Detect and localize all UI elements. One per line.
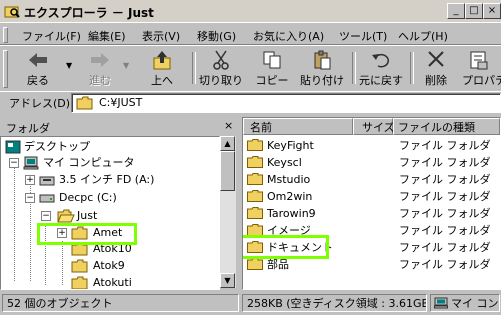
address-bar: アドレス(D) C:¥JUST — [0, 91, 501, 114]
status-bar: 52 個のオブジェクト 258KB (空きディスク領域 : 3.61GB) マイ… — [0, 292, 501, 315]
file-list: 名前 サイズ ファイルの種類 KeyFight ファイル フォルダ Keyscl… — [242, 117, 501, 290]
folder-icon — [247, 190, 263, 202]
paste-button[interactable]: 貼り付け — [298, 48, 346, 88]
menu-view[interactable]: 表示(V) — [142, 28, 180, 44]
desktop-icon — [5, 140, 21, 154]
title-bar: エクスプローラ － Just _ □ × — [0, 0, 501, 23]
list-item[interactable]: Keyscl ファイル フォルダ — [243, 154, 500, 171]
folder-icon — [247, 156, 263, 168]
toolbar: 戻る ▼ 進む ▼ 上へ 切り取り コピー 貼り付け 元に戻す 削除 プロパテ — [0, 45, 501, 92]
list-item[interactable]: Om2win ファイル フォルダ — [243, 188, 500, 205]
minimize-button[interactable]: _ — [447, 3, 465, 19]
forward-dropdown-icon[interactable]: ▼ — [123, 61, 129, 70]
toolbar-separator — [410, 52, 414, 84]
computer-icon — [23, 156, 39, 170]
address-value[interactable]: C:¥JUST — [99, 96, 142, 109]
folder-tree-panel: フォルダ × デスクトップ − マイ コンピュータ + 3.5 インチ FD (… — [0, 117, 238, 290]
folder-icon — [76, 96, 93, 110]
cut-button[interactable]: 切り取り — [198, 48, 244, 88]
scissors-icon — [213, 50, 229, 70]
copy-icon — [263, 51, 281, 69]
list-item[interactable]: KeyFight ファイル フォルダ — [243, 137, 500, 154]
annotation-highlight-document — [243, 235, 329, 259]
back-arrow-icon — [29, 53, 47, 67]
undo-icon — [372, 53, 389, 68]
back-dropdown-icon[interactable]: ▼ — [66, 61, 72, 70]
scroll-up-icon[interactable]: ▲ — [220, 136, 235, 151]
menu-help[interactable]: ヘルプ(H) — [398, 28, 448, 44]
menu-bar: ファイル(F) 編集(E) 表示(V) 移動(G) お気に入り(A) ツール(T… — [0, 24, 501, 45]
folder-icon — [71, 276, 88, 289]
status-size: 258KB (空きディスク領域 : 3.61GB) — [242, 294, 427, 312]
tree-item-just[interactable]: − Just — [5, 208, 215, 224]
status-location: マイ コンピュータ — [430, 294, 500, 312]
tree-item-my-computer[interactable]: − マイ コンピュータ — [5, 155, 215, 171]
tree-item-atokuti[interactable]: Atokuti — [5, 275, 215, 289]
paste-clipboard-icon — [314, 50, 331, 70]
collapse-icon[interactable]: − — [25, 193, 35, 203]
properties-icon — [470, 51, 488, 70]
status-object-count: 52 個のオブジェクト — [2, 294, 239, 312]
folder-icon — [71, 259, 88, 273]
close-icon[interactable]: × — [224, 119, 233, 132]
close-button[interactable]: × — [483, 3, 501, 19]
folder-tree-title: フォルダ — [6, 122, 50, 135]
list-item[interactable]: Mstudio ファイル フォルダ — [243, 171, 500, 188]
up-button[interactable]: 上へ — [140, 48, 184, 88]
toolbar-separator — [192, 52, 196, 84]
delete-button[interactable]: 削除 — [418, 48, 454, 88]
folder-icon — [247, 139, 263, 151]
scroll-thumb[interactable] — [220, 151, 235, 191]
tree-item-desktop[interactable]: デスクトップ — [5, 139, 215, 155]
menu-file[interactable]: ファイル(F) — [22, 28, 81, 44]
scroll-down-icon[interactable]: ▼ — [220, 273, 235, 288]
tree-item-atok9[interactable]: Atok9 — [5, 258, 215, 274]
undo-button[interactable]: 元に戻す — [356, 48, 406, 88]
annotation-highlight-just — [37, 223, 137, 245]
explorer-folder-icon — [4, 6, 20, 18]
back-button[interactable]: 戻る — [14, 48, 62, 88]
folder-open-icon — [57, 209, 75, 223]
hard-drive-icon — [39, 194, 55, 203]
address-label: アドレス(D) — [9, 97, 71, 110]
folder-tree-header: フォルダ × — [0, 117, 238, 135]
collapse-icon[interactable]: − — [41, 211, 51, 221]
tree-item-floppy[interactable]: + 3.5 インチ FD (A:) — [5, 172, 215, 188]
forward-arrow-icon — [91, 53, 109, 67]
menu-go[interactable]: 移動(G) — [197, 28, 236, 44]
tree-scrollbar[interactable]: ▲ ▼ — [220, 136, 236, 288]
up-folder-icon — [153, 51, 171, 70]
window-title: エクスプローラ － Just — [24, 6, 154, 20]
floppy-drive-icon — [39, 176, 55, 186]
folder-icon — [247, 258, 263, 270]
expand-icon[interactable]: + — [25, 175, 35, 185]
column-type[interactable]: ファイルの種類 — [393, 118, 500, 135]
properties-button[interactable]: プロパティ — [462, 48, 501, 88]
folder-icon — [247, 173, 263, 185]
list-item[interactable]: Tarowin9 ファイル フォルダ — [243, 205, 500, 222]
forward-button[interactable]: 進む — [80, 48, 120, 88]
menu-favorites[interactable]: お気に入り(A) — [253, 28, 324, 44]
address-field[interactable]: C:¥JUST — [71, 93, 501, 113]
column-size[interactable]: サイズ — [353, 118, 395, 135]
folder-icon — [247, 207, 263, 219]
folder-tree: デスクトップ − マイ コンピュータ + 3.5 インチ FD (A:) − D… — [0, 136, 220, 290]
collapse-icon[interactable]: − — [9, 158, 19, 168]
toolbar-grip — [3, 50, 8, 88]
computer-icon — [434, 297, 448, 309]
delete-x-icon — [428, 51, 444, 67]
menu-tools[interactable]: ツール(T) — [339, 28, 387, 44]
copy-button[interactable]: コピー — [252, 48, 292, 88]
menu-edit[interactable]: 編集(E) — [88, 28, 126, 44]
column-name[interactable]: 名前 — [243, 118, 353, 135]
tree-item-drive-c[interactable]: − Decpc (C:) — [5, 190, 215, 206]
maximize-button[interactable]: □ — [465, 3, 483, 19]
menu-grip — [3, 27, 8, 43]
